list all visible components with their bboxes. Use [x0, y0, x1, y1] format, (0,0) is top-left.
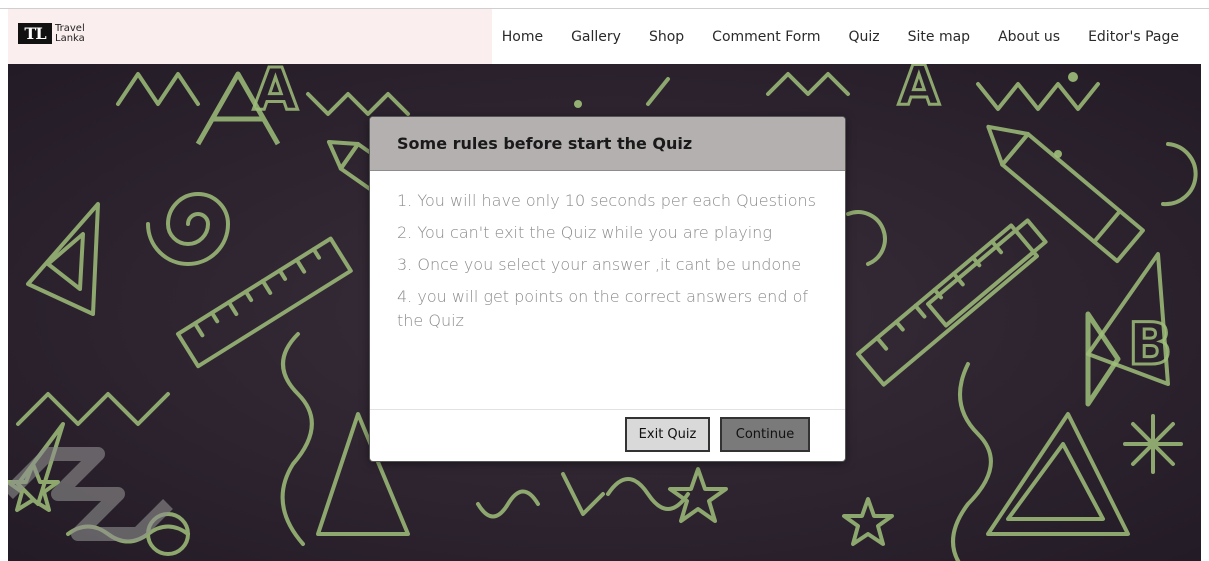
rule-item: 3. Once you select your answer ,it cant …	[397, 255, 802, 274]
continue-button[interactable]: Continue	[720, 417, 810, 452]
dialog-footer: Exit Quiz Continue	[370, 409, 845, 461]
logo-line-1: Travel	[55, 22, 85, 34]
navbar: TL Travel Lanka Home Gallery Shop Commen…	[8, 9, 1201, 64]
rule-item: 4. you will get points on the correct an…	[397, 287, 808, 330]
dialog-body: 1. You will have only 10 seconds per eac…	[370, 171, 845, 409]
nav-menu: Home Gallery Shop Comment Form Quiz Site…	[488, 9, 1193, 64]
rule-item: 2. You can't exit the Quiz while you are…	[397, 223, 772, 242]
hero-right-edge	[1201, 64, 1209, 561]
logo-mark: TL	[18, 23, 52, 44]
dialog-header: Some rules before start the Quiz	[370, 117, 845, 171]
logo[interactable]: TL Travel Lanka	[18, 23, 85, 44]
nav-link-editors-page[interactable]: Editor's Page	[1074, 29, 1193, 45]
top-border	[0, 0, 1209, 9]
nav-link-gallery[interactable]: Gallery	[557, 29, 635, 45]
nav-link-site-map[interactable]: Site map	[894, 29, 984, 45]
chalk-letter-b: B	[1128, 310, 1172, 378]
navbar-links-area: Home Gallery Shop Comment Form Quiz Site…	[492, 9, 1201, 64]
navbar-brand-area: TL Travel Lanka	[8, 9, 492, 64]
quiz-rules-dialog: Some rules before start the Quiz 1. You …	[370, 117, 845, 461]
nav-link-comment-form[interactable]: Comment Form	[698, 29, 834, 45]
chalk-letter-a-right: A	[898, 64, 940, 117]
hero-left-edge	[0, 64, 8, 561]
logo-text: Travel Lanka	[55, 22, 85, 44]
chalk-letter-a: A	[253, 64, 298, 123]
nav-link-quiz[interactable]: Quiz	[834, 29, 893, 45]
nav-link-about-us[interactable]: About us	[984, 29, 1074, 45]
dialog-title: Some rules before start the Quiz	[397, 134, 693, 153]
nav-link-home[interactable]: Home	[488, 29, 557, 45]
exit-quiz-button[interactable]: Exit Quiz	[625, 417, 710, 452]
logo-line-2: Lanka	[55, 32, 85, 44]
nav-link-shop[interactable]: Shop	[635, 29, 698, 45]
rule-item: 1. You will have only 10 seconds per eac…	[397, 191, 816, 210]
